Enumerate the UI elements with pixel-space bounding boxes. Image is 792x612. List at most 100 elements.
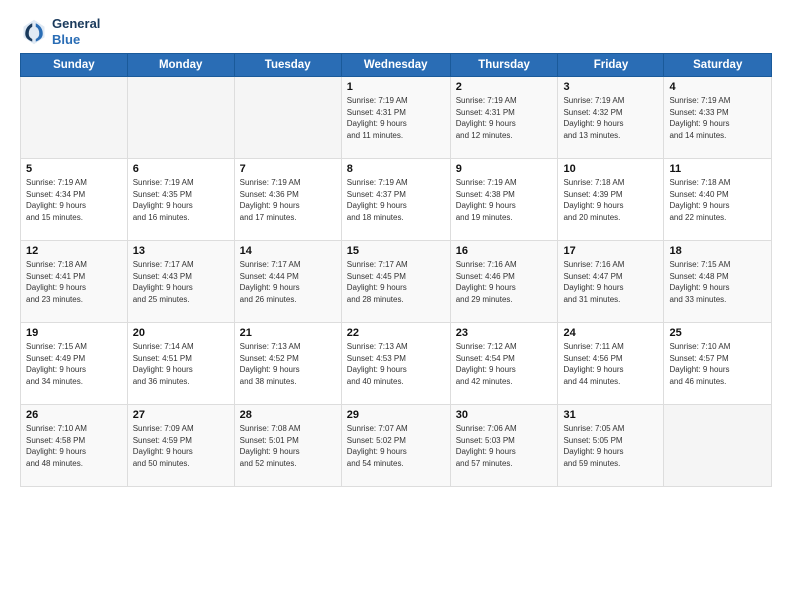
- day-info: Sunrise: 7:18 AM Sunset: 4:39 PM Dayligh…: [563, 177, 658, 223]
- day-info: Sunrise: 7:16 AM Sunset: 4:47 PM Dayligh…: [563, 259, 658, 305]
- calendar-cell: 11 Sunrise: 7:18 AM Sunset: 4:40 PM Dayli…: [664, 159, 772, 241]
- logo: General Blue: [20, 16, 100, 47]
- calendar-cell: 1Sunrise: 7:19 AM Sunset: 4:31 PM Daylig…: [341, 77, 450, 159]
- day-info: Sunrise: 7:16 AM Sunset: 4:46 PM Dayligh…: [456, 259, 553, 305]
- day-info: Sunrise: 7:18 AM Sunset: 4:41 PM Dayligh…: [26, 259, 122, 305]
- day-info: Sunrise: 7:17 AM Sunset: 4:44 PM Dayligh…: [240, 259, 336, 305]
- calendar-week-5: 26Sunrise: 7:10 AM Sunset: 4:58 PM Dayli…: [21, 405, 772, 487]
- day-number: 13: [133, 245, 229, 257]
- logo-icon: [20, 18, 48, 46]
- day-number: 15: [347, 245, 445, 257]
- weekday-header-row: SundayMondayTuesdayWednesdayThursdayFrid…: [21, 54, 772, 77]
- day-info: Sunrise: 7:19 AM Sunset: 4:37 PM Dayligh…: [347, 177, 445, 223]
- day-number: 19: [26, 327, 122, 339]
- day-info: Sunrise: 7:18 AM Sunset: 4:40 PM Dayligh…: [669, 177, 766, 223]
- calendar-cell: 14 Sunrise: 7:17 AM Sunset: 4:44 PM Dayli…: [234, 241, 341, 323]
- day-number: 12: [26, 245, 122, 257]
- calendar-cell: [664, 405, 772, 487]
- calendar-cell: 10Sunrise: 7:18 AM Sunset: 4:39 PM Dayli…: [558, 159, 664, 241]
- calendar-cell: 7 Sunrise: 7:19 AM Sunset: 4:36 PM Daylig…: [234, 159, 341, 241]
- day-info: Sunrise: 7:17 AM Sunset: 4:45 PM Dayligh…: [347, 259, 445, 305]
- calendar-cell: 25 Sunrise: 7:10 AM Sunset: 4:57 PM Dayli…: [664, 323, 772, 405]
- day-info: Sunrise: 7:19 AM Sunset: 4:33 PM Dayligh…: [669, 95, 766, 141]
- day-info: Sunrise: 7:19 AM Sunset: 4:32 PM Dayligh…: [563, 95, 658, 141]
- day-info: Sunrise: 7:17 AM Sunset: 4:43 PM Dayligh…: [133, 259, 229, 305]
- calendar-cell: 28Sunrise: 7:08 AM Sunset: 5:01 PM Dayli…: [234, 405, 341, 487]
- day-info: Sunrise: 7:19 AM Sunset: 4:31 PM Dayligh…: [456, 95, 553, 141]
- day-number: 20: [133, 327, 229, 339]
- day-number: 31: [563, 409, 658, 421]
- weekday-header-wednesday: Wednesday: [341, 54, 450, 77]
- calendar-week-2: 5Sunrise: 7:19 AM Sunset: 4:34 PM Daylig…: [21, 159, 772, 241]
- day-number: 14: [240, 245, 336, 257]
- weekday-header-thursday: Thursday: [450, 54, 558, 77]
- weekday-header-friday: Friday: [558, 54, 664, 77]
- day-number: 24: [563, 327, 658, 339]
- day-number: 4: [669, 81, 766, 93]
- calendar-cell: 3 Sunrise: 7:19 AM Sunset: 4:32 PM Daylig…: [558, 77, 664, 159]
- day-info: Sunrise: 7:06 AM Sunset: 5:03 PM Dayligh…: [456, 423, 553, 469]
- day-number: 6: [133, 163, 229, 175]
- day-number: 11: [669, 163, 766, 175]
- calendar-cell: 17 Sunrise: 7:16 AM Sunset: 4:47 PM Dayli…: [558, 241, 664, 323]
- day-number: 17: [563, 245, 658, 257]
- day-number: 29: [347, 409, 445, 421]
- calendar-table: SundayMondayTuesdayWednesdayThursdayFrid…: [20, 53, 772, 487]
- calendar-body: 1Sunrise: 7:19 AM Sunset: 4:31 PM Daylig…: [21, 77, 772, 487]
- calendar-cell: 31 Sunrise: 7:05 AM Sunset: 5:05 PM Dayli…: [558, 405, 664, 487]
- calendar-cell: 12 Sunrise: 7:18 AM Sunset: 4:41 PM Dayli…: [21, 241, 128, 323]
- day-number: 18: [669, 245, 766, 257]
- page: General Blue SundayMondayTuesdayWednesda…: [0, 0, 792, 612]
- day-info: Sunrise: 7:14 AM Sunset: 4:51 PM Dayligh…: [133, 341, 229, 387]
- calendar-cell: 6 Sunrise: 7:19 AM Sunset: 4:35 PM Daylig…: [127, 159, 234, 241]
- calendar-cell: [127, 77, 234, 159]
- logo-text: General Blue: [52, 16, 100, 47]
- calendar-cell: 4 Sunrise: 7:19 AM Sunset: 4:33 PM Daylig…: [664, 77, 772, 159]
- calendar-cell: 16 Sunrise: 7:16 AM Sunset: 4:46 PM Dayli…: [450, 241, 558, 323]
- weekday-header-saturday: Saturday: [664, 54, 772, 77]
- day-info: Sunrise: 7:08 AM Sunset: 5:01 PM Dayligh…: [240, 423, 336, 469]
- calendar-cell: 13 Sunrise: 7:17 AM Sunset: 4:43 PM Dayli…: [127, 241, 234, 323]
- calendar-cell: 2 Sunrise: 7:19 AM Sunset: 4:31 PM Daylig…: [450, 77, 558, 159]
- calendar-cell: 22 Sunrise: 7:13 AM Sunset: 4:53 PM Dayli…: [341, 323, 450, 405]
- calendar-cell: 24 Sunrise: 7:11 AM Sunset: 4:56 PM Dayli…: [558, 323, 664, 405]
- day-info: Sunrise: 7:10 AM Sunset: 4:58 PM Dayligh…: [26, 423, 122, 469]
- calendar-cell: [234, 77, 341, 159]
- weekday-header-monday: Monday: [127, 54, 234, 77]
- day-info: Sunrise: 7:15 AM Sunset: 4:49 PM Dayligh…: [26, 341, 122, 387]
- day-number: 9: [456, 163, 553, 175]
- day-info: Sunrise: 7:07 AM Sunset: 5:02 PM Dayligh…: [347, 423, 445, 469]
- day-number: 27: [133, 409, 229, 421]
- day-info: Sunrise: 7:13 AM Sunset: 4:53 PM Dayligh…: [347, 341, 445, 387]
- day-info: Sunrise: 7:19 AM Sunset: 4:36 PM Dayligh…: [240, 177, 336, 223]
- calendar-week-3: 12 Sunrise: 7:18 AM Sunset: 4:41 PM Dayli…: [21, 241, 772, 323]
- day-number: 16: [456, 245, 553, 257]
- day-number: 7: [240, 163, 336, 175]
- calendar-cell: 30 Sunrise: 7:06 AM Sunset: 5:03 PM Dayli…: [450, 405, 558, 487]
- day-info: Sunrise: 7:10 AM Sunset: 4:57 PM Dayligh…: [669, 341, 766, 387]
- day-info: Sunrise: 7:19 AM Sunset: 4:35 PM Dayligh…: [133, 177, 229, 223]
- day-info: Sunrise: 7:05 AM Sunset: 5:05 PM Dayligh…: [563, 423, 658, 469]
- day-number: 25: [669, 327, 766, 339]
- day-number: 22: [347, 327, 445, 339]
- calendar-cell: 19 Sunrise: 7:15 AM Sunset: 4:49 PM Dayli…: [21, 323, 128, 405]
- day-number: 2: [456, 81, 553, 93]
- calendar-cell: 18 Sunrise: 7:15 AM Sunset: 4:48 PM Dayli…: [664, 241, 772, 323]
- calendar-cell: 20 Sunrise: 7:14 AM Sunset: 4:51 PM Dayli…: [127, 323, 234, 405]
- day-info: Sunrise: 7:15 AM Sunset: 4:48 PM Dayligh…: [669, 259, 766, 305]
- calendar-cell: [21, 77, 128, 159]
- day-info: Sunrise: 7:12 AM Sunset: 4:54 PM Dayligh…: [456, 341, 553, 387]
- weekday-header-sunday: Sunday: [21, 54, 128, 77]
- calendar-cell: 8 Sunrise: 7:19 AM Sunset: 4:37 PM Daylig…: [341, 159, 450, 241]
- day-info: Sunrise: 7:19 AM Sunset: 4:31 PM Dayligh…: [347, 95, 445, 141]
- calendar-cell: 21Sunrise: 7:13 AM Sunset: 4:52 PM Dayli…: [234, 323, 341, 405]
- day-number: 23: [456, 327, 553, 339]
- day-info: Sunrise: 7:09 AM Sunset: 4:59 PM Dayligh…: [133, 423, 229, 469]
- day-number: 30: [456, 409, 553, 421]
- day-info: Sunrise: 7:11 AM Sunset: 4:56 PM Dayligh…: [563, 341, 658, 387]
- calendar-cell: 27 Sunrise: 7:09 AM Sunset: 4:59 PM Dayli…: [127, 405, 234, 487]
- day-number: 8: [347, 163, 445, 175]
- day-number: 3: [563, 81, 658, 93]
- calendar-cell: 9Sunrise: 7:19 AM Sunset: 4:38 PM Daylig…: [450, 159, 558, 241]
- day-info: Sunrise: 7:13 AM Sunset: 4:52 PM Dayligh…: [240, 341, 336, 387]
